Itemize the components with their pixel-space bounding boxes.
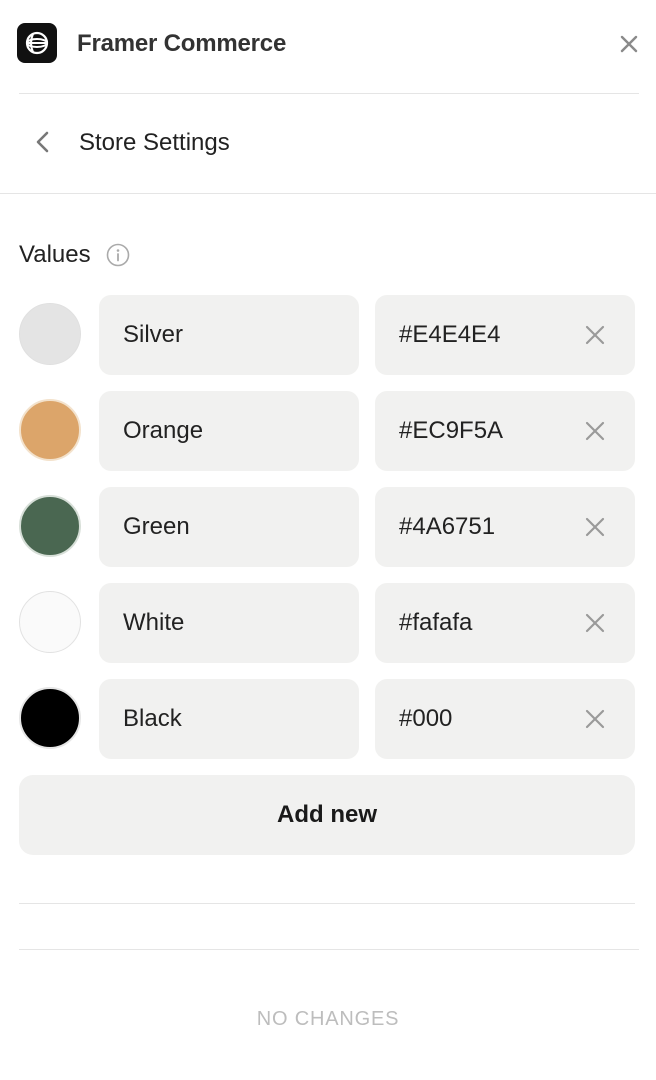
value-name-field[interactable]: Black [99, 679, 359, 759]
value-name-field[interactable]: Orange [99, 391, 359, 471]
remove-value-icon[interactable] [580, 416, 610, 446]
hex-text: #fafafa [399, 609, 473, 636]
hex-text: #000 [399, 705, 453, 732]
remove-value-icon[interactable] [580, 320, 610, 350]
close-icon[interactable] [614, 29, 644, 59]
header-divider [19, 93, 639, 94]
hex-text: #4A6751 [399, 513, 496, 540]
app-logo [17, 23, 57, 63]
color-swatch[interactable] [19, 687, 81, 749]
color-swatch[interactable] [19, 591, 81, 653]
remove-value-icon[interactable] [580, 704, 610, 734]
value-row: Black #000 [0, 679, 656, 759]
value-row: Silver #E4E4E4 [0, 295, 656, 375]
globe-icon [25, 31, 49, 55]
page-title: Store Settings [79, 129, 230, 156]
app-title: Framer Commerce [77, 30, 287, 57]
value-name-field[interactable]: Silver [99, 295, 359, 375]
value-name-field[interactable]: Green [99, 487, 359, 567]
color-swatch[interactable] [19, 303, 81, 365]
footer-divider [19, 949, 639, 950]
remove-value-icon[interactable] [580, 608, 610, 638]
value-name-field[interactable]: White [99, 583, 359, 663]
value-row: Orange #EC9F5A [0, 391, 656, 471]
color-swatch[interactable] [19, 495, 81, 557]
hex-text: #E4E4E4 [399, 321, 501, 348]
hex-text: #EC9F5A [399, 417, 504, 444]
app-header: Framer Commerce [0, 0, 656, 94]
value-row: Green #4A6751 [0, 487, 656, 567]
chevron-left-icon[interactable] [28, 127, 58, 157]
add-new-button[interactable]: Add new [19, 775, 635, 855]
info-icon[interactable] [106, 243, 130, 267]
section-divider [19, 903, 635, 904]
value-row: White #fafafa [0, 583, 656, 663]
save-status: NO CHANGES [256, 1008, 400, 1030]
remove-value-icon[interactable] [580, 512, 610, 542]
color-swatch[interactable] [19, 399, 81, 461]
values-label: Values [19, 241, 91, 268]
nav-divider [0, 193, 656, 194]
